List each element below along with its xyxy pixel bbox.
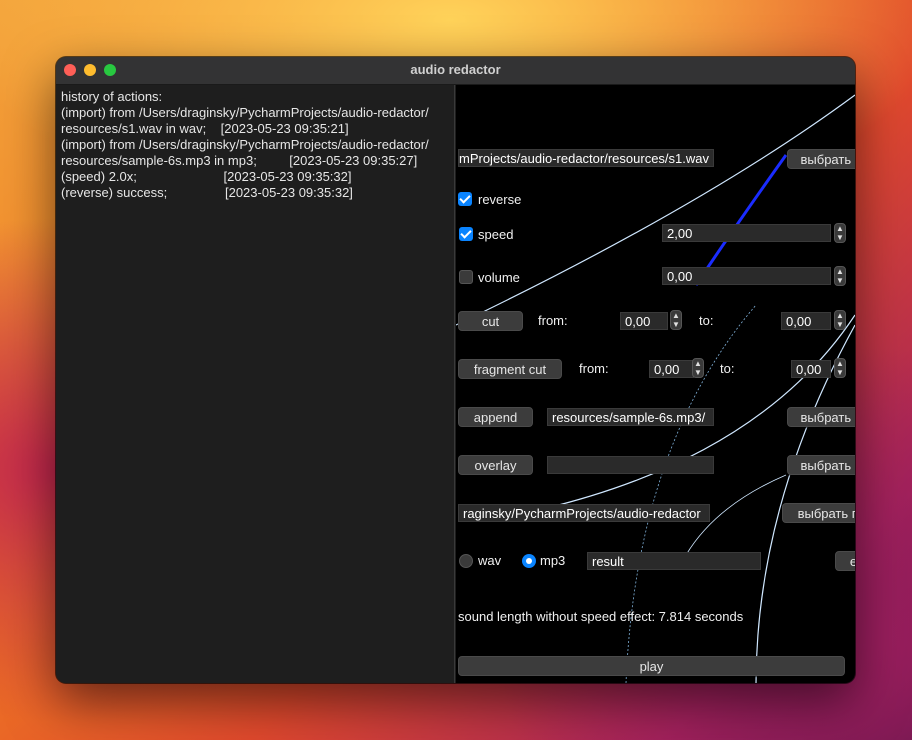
filename-field[interactable]: result [587,552,761,570]
history-line: (speed) 2.0x; [2023-05-23 09:35:32] [61,169,352,184]
cut-from-label: from: [538,313,568,328]
speed-label: speed [478,227,514,242]
cut-to-field[interactable]: 0,00 [781,312,831,330]
history-line: (import) from /Users/draginsky/PycharmPr… [61,105,429,120]
append-path-field[interactable]: /resources/sample-6s.mp3 [547,408,714,426]
fragment-from-stepper[interactable]: ▲ ▼ [692,358,704,378]
cut-button[interactable]: cut [458,311,523,331]
import-path-field[interactable]: mProjects/audio-redactor/resources/s1.wa… [458,149,714,167]
history-panel: history of actions: (import) from /Users… [56,85,455,683]
fragment-to-field[interactable]: 0,00 [791,360,831,378]
choose-overlay-file-button[interactable]: выбрать файл [787,455,855,475]
history-line: (import) from /Users/draginsky/PycharmPr… [61,137,429,152]
play-button[interactable]: play [458,656,845,676]
sound-length-info: sound length without speed effect: 7.814… [458,609,744,624]
volume-checkbox[interactable] [459,270,473,284]
reverse-checkbox[interactable] [458,192,472,206]
fragment-from-label: from: [579,361,609,376]
history-line: history of actions: [61,89,163,104]
overlay-path-field[interactable] [547,456,714,474]
overlay-button[interactable]: overlay [458,455,533,475]
choose-import-file-button[interactable]: выбрать файл [787,149,855,169]
cut-to-label: to: [699,313,714,328]
wav-label: wav [478,553,502,568]
volume-value-field[interactable]: 0,00 [662,267,831,285]
choose-append-file-button[interactable]: выбрать файл [787,407,855,427]
export-folder-field[interactable]: raginsky/PycharmProjects/audio-redactor [458,504,710,522]
speed-checkbox[interactable] [459,227,473,241]
volume-stepper[interactable]: ▲ ▼ [834,266,846,286]
mp3-label: mp3 [540,553,566,568]
cut-from-stepper[interactable]: ▲ ▼ [670,310,682,330]
cut-from-field[interactable]: 0,00 [620,312,668,330]
history-line: resources/s1.wav in wav; [2023-05-23 09:… [61,121,349,136]
controls-panel: mProjects/audio-redactor/resources/s1.wa… [456,85,855,683]
reverse-label: reverse [478,192,522,207]
fragment-from-field[interactable]: 0,00 [649,360,694,378]
speed-value-field[interactable]: 2,00 [662,224,831,242]
history-line: resources/sample-6s.mp3 in mp3; [2023-05… [61,153,418,168]
cut-to-stepper[interactable]: ▲ ▼ [834,310,846,330]
fragment-to-label: to: [720,361,735,376]
choose-folder-button[interactable]: выбрать папку [782,503,855,523]
export-button[interactable]: export [835,551,855,571]
title-bar: audio redactor [56,57,855,85]
app-window: audio redactor history of actions: (impo… [56,57,855,683]
background-curves [456,94,855,683]
fragment-to-stepper[interactable]: ▲ ▼ [834,358,846,378]
append-button[interactable]: append [458,407,533,427]
volume-label: volume [478,270,520,285]
wav-radio[interactable] [459,554,473,568]
window-title: audio redactor [410,62,501,77]
history-line: (reverse) success; [2023-05-23 09:35:32] [61,185,353,200]
mp3-radio[interactable] [522,554,536,568]
fragment-cut-button[interactable]: fragment cut [458,359,562,379]
speed-stepper[interactable]: ▲ ▼ [834,223,846,243]
